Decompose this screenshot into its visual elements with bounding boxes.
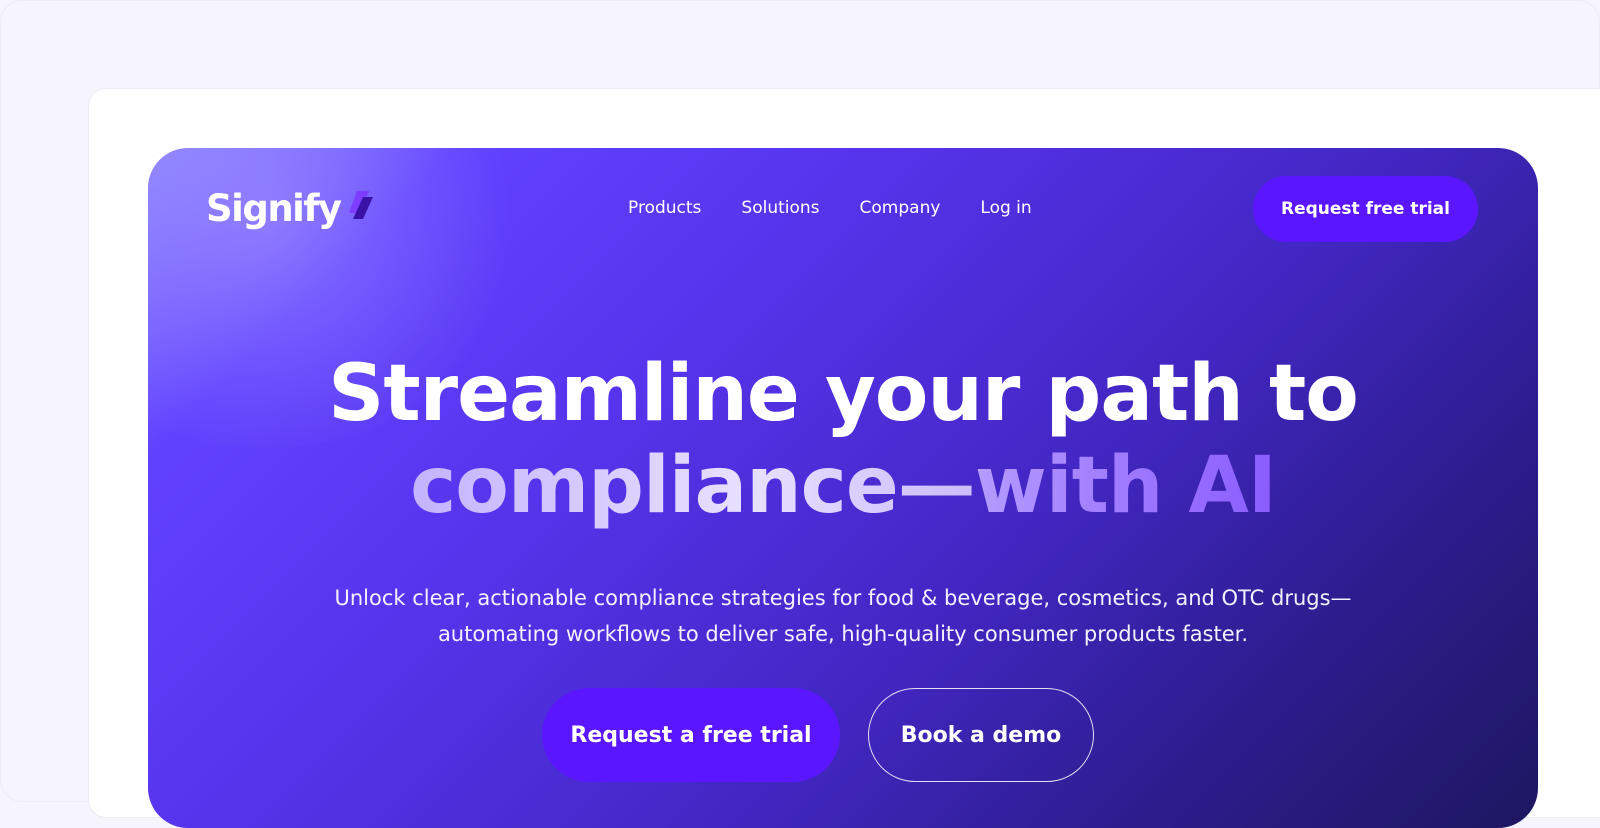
main-nav: Products Solutions Company Log in — [628, 193, 1032, 223]
slanted-double-bar-icon — [345, 189, 375, 225]
hero-section: Signify Products Solutions Company Log i… — [148, 148, 1538, 828]
nav-item-company[interactable]: Company — [860, 198, 941, 218]
request-a-free-trial-button[interactable]: Request a free trial — [542, 688, 840, 782]
request-free-trial-button[interactable]: Request free trial — [1253, 176, 1478, 242]
headline-line-2: compliance—with AI — [148, 440, 1538, 532]
brand-logo[interactable]: Signify — [206, 184, 375, 232]
book-a-demo-button[interactable]: Book a demo — [868, 688, 1094, 782]
brand-name: Signify — [206, 186, 342, 230]
hero-subtext: Unlock clear, actionable compliance stra… — [334, 586, 1352, 646]
nav-item-solutions[interactable]: Solutions — [741, 198, 819, 218]
headline-line-1: Streamline your path to — [328, 349, 1359, 439]
nav-item-products[interactable]: Products — [628, 198, 701, 218]
hero-cta-row: Request a free trial Book a demo — [148, 688, 1538, 782]
headline-compliance: compliance— — [410, 441, 976, 531]
nav-item-login[interactable]: Log in — [980, 198, 1031, 218]
hero-headline: Streamline your path to compliance—with … — [148, 348, 1538, 532]
headline-with-ai: with AI — [974, 441, 1277, 531]
